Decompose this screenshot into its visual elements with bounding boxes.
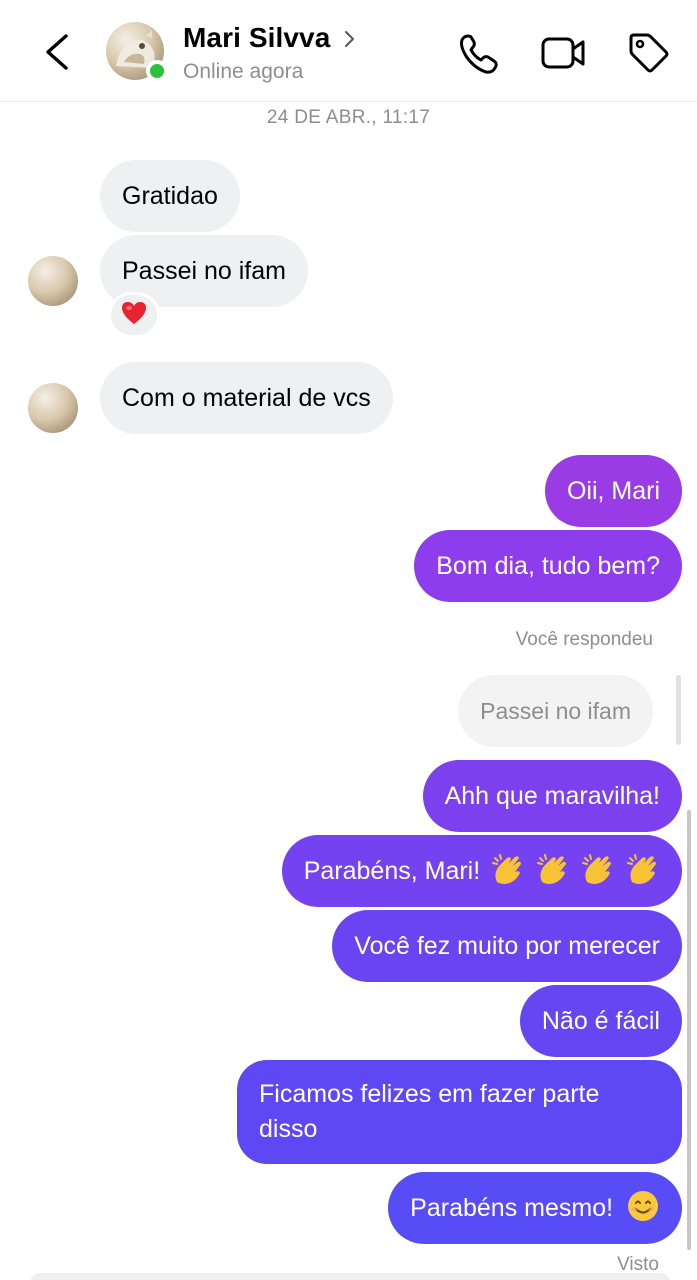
sender-avatar[interactable] (28, 383, 78, 433)
chat-screen: Mari Silvva Online agora 24 DE ABR., 11:… (0, 0, 697, 1280)
outgoing-message[interactable]: Bom dia, tudo bem? (414, 530, 682, 602)
back-button[interactable] (36, 28, 80, 76)
outgoing-message[interactable]: Não é fácil (519, 985, 682, 1057)
sender-avatar[interactable] (28, 256, 78, 306)
contact-name[interactable]: Mari Silvva (183, 22, 330, 54)
scrollbar[interactable] (687, 810, 691, 1250)
incoming-message[interactable]: Gratidao (100, 160, 240, 232)
message-text: Parabéns mesmo! (410, 1194, 614, 1222)
reply-indicator-bar (676, 675, 681, 745)
message-timestamp: 24 DE ABR., 11:17 (266, 107, 431, 128)
heart-icon (122, 302, 146, 325)
outgoing-message[interactable]: Oii, Mari (544, 455, 682, 527)
chevron-right-icon[interactable] (342, 28, 358, 50)
contact-status: Online agora (183, 60, 304, 83)
video-icon[interactable] (540, 30, 586, 76)
outgoing-message[interactable]: Parabéns mesmo! (388, 1172, 682, 1244)
tag-icon[interactable] (625, 30, 671, 76)
contact-avatar[interactable] (106, 22, 168, 82)
outgoing-message[interactable]: Parabéns, Mari! (281, 835, 682, 907)
smiling-face-emoji (628, 1191, 658, 1222)
online-status-dot (146, 60, 168, 82)
reply-label: Você respondeu (515, 629, 653, 650)
message-text: Parabéns, Mari! (303, 857, 481, 885)
phone-icon[interactable] (456, 30, 502, 76)
chat-header: Mari Silvva Online agora (0, 0, 697, 102)
message-composer[interactable] (30, 1273, 670, 1280)
clapping-hands-emoji (487, 854, 660, 885)
outgoing-message[interactable]: Ficamos felizes em fazer parte disso (237, 1060, 682, 1164)
quoted-message[interactable]: Passei no ifam (458, 675, 653, 747)
outgoing-message[interactable]: Ahh que maravilha! (422, 760, 682, 832)
heart-reaction[interactable] (108, 292, 160, 338)
outgoing-message[interactable]: Você fez muito por merecer (332, 910, 682, 982)
incoming-message[interactable]: Com o material de vcs (100, 362, 393, 434)
back-icon (46, 34, 68, 70)
